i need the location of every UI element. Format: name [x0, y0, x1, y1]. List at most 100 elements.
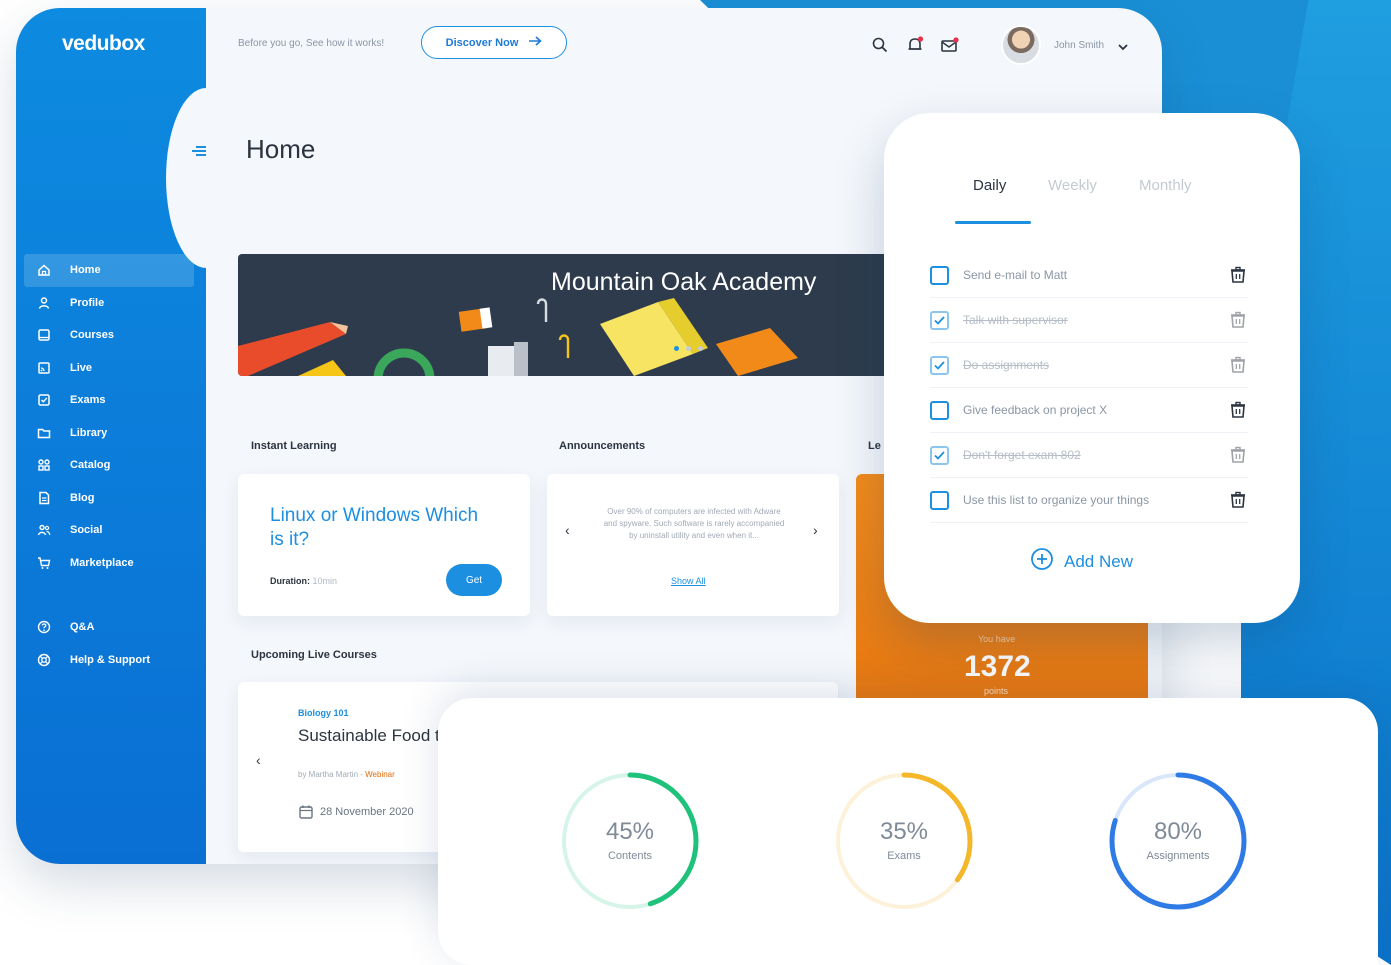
sidebar-item-label: Blog [70, 491, 95, 504]
author-type: Webinar [365, 770, 395, 779]
sidebar-item-label: Q&A [70, 621, 95, 634]
checklist-icon [36, 392, 52, 408]
lifebuoy-icon [36, 652, 52, 668]
sidebar-toggle-icon[interactable] [190, 142, 208, 160]
cart-icon [36, 555, 52, 571]
sidebar-item-profile[interactable]: Profile [24, 287, 194, 320]
sidebar-item-blog[interactable]: Blog [24, 482, 194, 515]
todo-item: Give feedback on project X [930, 388, 1248, 433]
author-name: by Martha Martin - [298, 770, 363, 779]
todo-item-text[interactable]: Talk with supervisor [963, 313, 1228, 327]
book-icon [36, 327, 52, 343]
tab-daily[interactable]: Daily [973, 177, 1006, 194]
user-name[interactable]: John Smith [1054, 40, 1104, 51]
sidebar-item-label: Marketplace [70, 556, 134, 569]
todo-item-text[interactable]: Do assignments [963, 358, 1228, 372]
onboarding-prompt: Before you go, See how it works! [238, 38, 385, 49]
trash-icon[interactable] [1228, 355, 1248, 375]
upcoming-live-courses-heading: Upcoming Live Courses [251, 649, 377, 661]
trash-icon[interactable] [1228, 265, 1248, 285]
sidebar-item-live[interactable]: Live [24, 352, 194, 385]
people-icon [36, 522, 52, 538]
instant-learning-card[interactable]: Linux or Windows Which is it? Duration: … [238, 474, 530, 616]
carousel-dot[interactable] [698, 346, 703, 351]
sidebar-item-courses[interactable]: Courses [24, 319, 194, 352]
announcement-text: Over 90% of computers are infected with … [603, 507, 785, 540]
mail-icon[interactable] [940, 36, 959, 54]
arrow-right-icon [528, 36, 543, 49]
plus-circle-icon [1030, 547, 1054, 576]
course-title[interactable]: Linux or Windows Which is it? [270, 504, 490, 552]
todo-checkbox[interactable] [930, 310, 949, 330]
sidebar-nav: Home Profile Courses Live Exams Library [24, 254, 194, 676]
assignments-progress-ring: 80% Assignments [1105, 768, 1251, 914]
todo-checkbox[interactable] [930, 445, 949, 465]
progress-label: Assignments [1146, 850, 1210, 862]
add-new-button[interactable]: Add New [1030, 547, 1133, 576]
add-new-label: Add New [1064, 551, 1133, 571]
folder-icon [36, 425, 52, 441]
banner-carousel-dots[interactable] [674, 346, 703, 351]
logo[interactable]: vedubox [62, 32, 145, 56]
discover-now-button[interactable]: Discover Now [421, 26, 567, 59]
todo-checkbox[interactable] [930, 490, 949, 510]
progress-stats-panel: 45% Contents 35% Exams 80% Assignments [438, 698, 1378, 965]
todo-item: Do assignments [930, 343, 1248, 388]
todo-checkbox[interactable] [930, 400, 949, 420]
todo-item: Use this list to organize your things [930, 478, 1248, 523]
tab-monthly[interactable]: Monthly [1139, 177, 1192, 194]
points-caption: You have [978, 634, 1016, 644]
course-tag: Biology 101 [298, 708, 349, 718]
get-button[interactable]: Get [446, 564, 502, 596]
carousel-dot[interactable] [686, 346, 691, 351]
announcements-card: ‹ Over 90% of computers are infected wit… [547, 474, 839, 616]
duration-info: Duration: 10min [270, 576, 337, 586]
live-course-date: 28 November 2020 [320, 806, 414, 818]
show-all-link[interactable]: Show All [671, 576, 706, 586]
todo-checkbox[interactable] [930, 355, 949, 375]
sidebar-item-marketplace[interactable]: Marketplace [24, 547, 194, 580]
document-icon [36, 490, 52, 506]
chevron-down-icon[interactable] [1117, 40, 1129, 52]
live-course-author: by Martha Martin - Webinar [298, 770, 395, 779]
banner-title: Mountain Oak Academy [551, 268, 817, 296]
avatar[interactable] [1001, 25, 1041, 65]
todo-item: Send e-mail to Matt [930, 253, 1248, 298]
carousel-dot[interactable] [674, 346, 679, 351]
tab-weekly[interactable]: Weekly [1048, 177, 1097, 194]
todo-item-text[interactable]: Send e-mail to Matt [963, 268, 1228, 282]
chevron-left-icon[interactable]: ‹ [565, 522, 570, 538]
sidebar-item-home[interactable]: Home [24, 254, 194, 287]
active-tab-indicator [955, 221, 1031, 224]
progress-label: Contents [607, 850, 653, 862]
leaderboard-heading: Le [868, 440, 881, 452]
sidebar-item-exams[interactable]: Exams [24, 384, 194, 417]
sidebar-item-social[interactable]: Social [24, 514, 194, 547]
live-icon [36, 360, 52, 376]
sidebar-item-label: Home [70, 264, 101, 277]
sidebar-item-qa[interactable]: Q&A [24, 611, 194, 644]
todo-checkbox[interactable] [930, 265, 949, 285]
todo-item-text[interactable]: Give feedback on project X [963, 403, 1228, 417]
sidebar-item-label: Library [70, 426, 108, 439]
trash-icon[interactable] [1228, 400, 1248, 420]
academy-banner[interactable]: Mountain Oak Academy [238, 254, 898, 376]
todo-item-text[interactable]: Use this list to organize your things [963, 493, 1228, 507]
chevron-right-icon[interactable]: › [813, 522, 818, 538]
trash-icon[interactable] [1228, 310, 1248, 330]
trash-icon[interactable] [1228, 445, 1248, 465]
sidebar-item-library[interactable]: Library [24, 417, 194, 450]
notification-bell-icon[interactable] [906, 36, 924, 54]
sidebar-item-label: Exams [70, 394, 106, 407]
todo-item: Talk with supervisor [930, 298, 1248, 343]
sidebar-curve [166, 88, 246, 268]
sidebar-item-catalog[interactable]: Catalog [24, 449, 194, 482]
points-value: 1372 [964, 650, 1031, 683]
question-icon [36, 619, 52, 635]
trash-icon[interactable] [1228, 490, 1248, 510]
sidebar-item-help-support[interactable]: Help & Support [24, 644, 194, 677]
todo-item-text[interactable]: Don't forget exam 802 [963, 448, 1228, 462]
search-icon[interactable] [871, 36, 889, 54]
chevron-left-icon[interactable]: ‹ [256, 752, 261, 768]
